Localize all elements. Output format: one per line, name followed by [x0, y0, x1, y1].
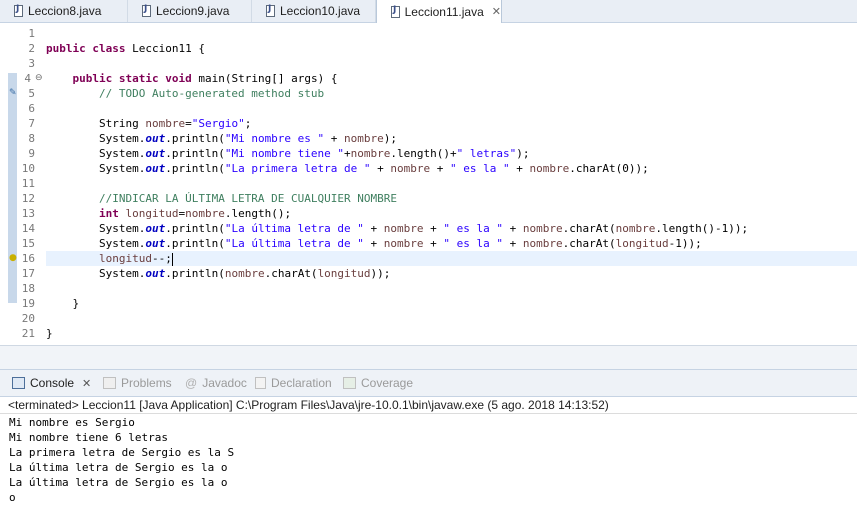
console-line: La primera letra de Sergio es la S — [9, 446, 235, 459]
java-file-icon — [266, 4, 275, 17]
tab-label: Leccion8.java — [28, 4, 102, 18]
line-number: 16 — [21, 252, 35, 265]
fold-toggle-icon[interactable]: ⊖ — [35, 71, 43, 86]
code-line: int longitud=nombre.length(); — [98, 207, 292, 220]
tab-label: Console — [30, 376, 75, 390]
tab-label: Leccion11.java — [404, 4, 484, 19]
console-output[interactable]: Mi nombre es Sergio Mi nombre tiene 6 le… — [0, 413, 857, 532]
code-line: } — [72, 297, 80, 310]
tab-coverage[interactable]: Coverage — [343, 370, 413, 396]
line-number: 6 — [28, 102, 35, 115]
tab-leccion10[interactable]: Leccion10.java — [252, 0, 376, 22]
code-line: System.out.println("La primera letra de … — [98, 162, 649, 175]
tab-console[interactable]: Console ✕ — [12, 370, 91, 396]
tab-problems[interactable]: Problems — [103, 370, 172, 396]
code-line: // TODO Auto-generated method stub — [98, 87, 325, 100]
current-code-line: longitud--; — [46, 251, 857, 266]
code-line: System.out.println("La última letra de "… — [98, 237, 702, 250]
code-line: String nombre="Sergio"; — [98, 117, 252, 130]
console-status: <terminated> Leccion11 [Java Application… — [8, 398, 609, 412]
line-number: 14 — [21, 222, 35, 235]
code-editor[interactable]: 1 2 3 4 5 6 7 8 9 10 11 12 13 14 15 16 1… — [0, 23, 857, 362]
line-number: 5 — [28, 87, 35, 100]
line-number: 15 — [21, 237, 35, 250]
warning-lightbulb-icon[interactable]: ● — [9, 251, 17, 266]
close-icon[interactable]: ✕ — [492, 5, 501, 18]
line-number: 18 — [21, 282, 35, 295]
problems-icon — [103, 377, 116, 389]
code-line: public static void main(String[] args) { — [72, 72, 338, 85]
console-line: o — [9, 491, 16, 504]
tab-javadoc[interactable]: @ Javadoc — [185, 370, 247, 396]
tab-label: Leccion9.java — [156, 4, 230, 18]
line-number: 1 — [28, 27, 35, 40]
line-number: 11 — [21, 177, 35, 190]
close-icon[interactable]: ✕ — [82, 377, 91, 390]
at-icon: @ — [185, 376, 198, 390]
tab-declaration[interactable]: Declaration — [255, 370, 332, 396]
tab-label: Problems — [121, 376, 172, 390]
code-line: System.out.println("Mi nombre es " + nom… — [98, 132, 398, 145]
coverage-icon — [343, 377, 356, 389]
code-line: System.out.println("La última letra de "… — [98, 222, 749, 235]
tab-label: Leccion10.java — [280, 4, 361, 18]
line-number: 4 — [24, 72, 31, 85]
code-line: //INDICAR LA ÚLTIMA LETRA DE CUALQUIER N… — [98, 192, 397, 205]
line-number: 17 — [21, 267, 35, 280]
java-file-icon — [391, 5, 400, 18]
line-number: 10 — [21, 162, 35, 175]
line-number: 20 — [21, 312, 35, 325]
line-number: 3 — [28, 57, 35, 70]
tab-leccion8[interactable]: Leccion8.java — [0, 0, 128, 22]
code-line: System.out.println("Mi nombre tiene "+no… — [98, 147, 530, 160]
code-line: public class Leccion11 { — [46, 42, 205, 55]
code-line: System.out.println(nombre.charAt(longitu… — [98, 267, 391, 280]
tab-label: Declaration — [271, 376, 332, 390]
line-number: 12 — [21, 192, 35, 205]
editor-bottom-spacer — [0, 345, 857, 369]
line-number: 9 — [28, 147, 35, 160]
text-caret — [171, 252, 173, 266]
line-number: 13 — [21, 207, 35, 220]
panel-tab-bar: Console ✕ Problems @ Javadoc Declaration… — [0, 369, 857, 397]
line-number: 21 — [21, 327, 35, 340]
tab-leccion9[interactable]: Leccion9.java — [128, 0, 252, 22]
task-marker-icon: ✎ — [9, 88, 17, 98]
tab-label: Javadoc — [202, 376, 247, 390]
console-line: Mi nombre tiene 6 letras — [9, 431, 168, 444]
console-line: La última letra de Sergio es la o — [9, 461, 228, 474]
annotation-ruler — [8, 73, 17, 303]
line-number: 8 — [28, 132, 35, 145]
line-number: 7 — [28, 117, 35, 130]
declaration-icon — [255, 377, 266, 389]
code-line: } — [46, 327, 53, 340]
line-number: 19 — [21, 297, 35, 310]
console-icon — [12, 377, 25, 389]
editor-tab-bar: Leccion8.java Leccion9.java Leccion10.ja… — [0, 0, 857, 23]
tab-label: Coverage — [361, 376, 414, 390]
java-file-icon — [14, 4, 23, 17]
console-line: La última letra de Sergio es la o — [9, 476, 228, 489]
line-number: 2 — [28, 42, 35, 55]
tab-leccion11[interactable]: Leccion11.java ✕ — [376, 0, 502, 23]
java-file-icon — [142, 4, 151, 17]
console-line: Mi nombre es Sergio — [9, 416, 135, 429]
